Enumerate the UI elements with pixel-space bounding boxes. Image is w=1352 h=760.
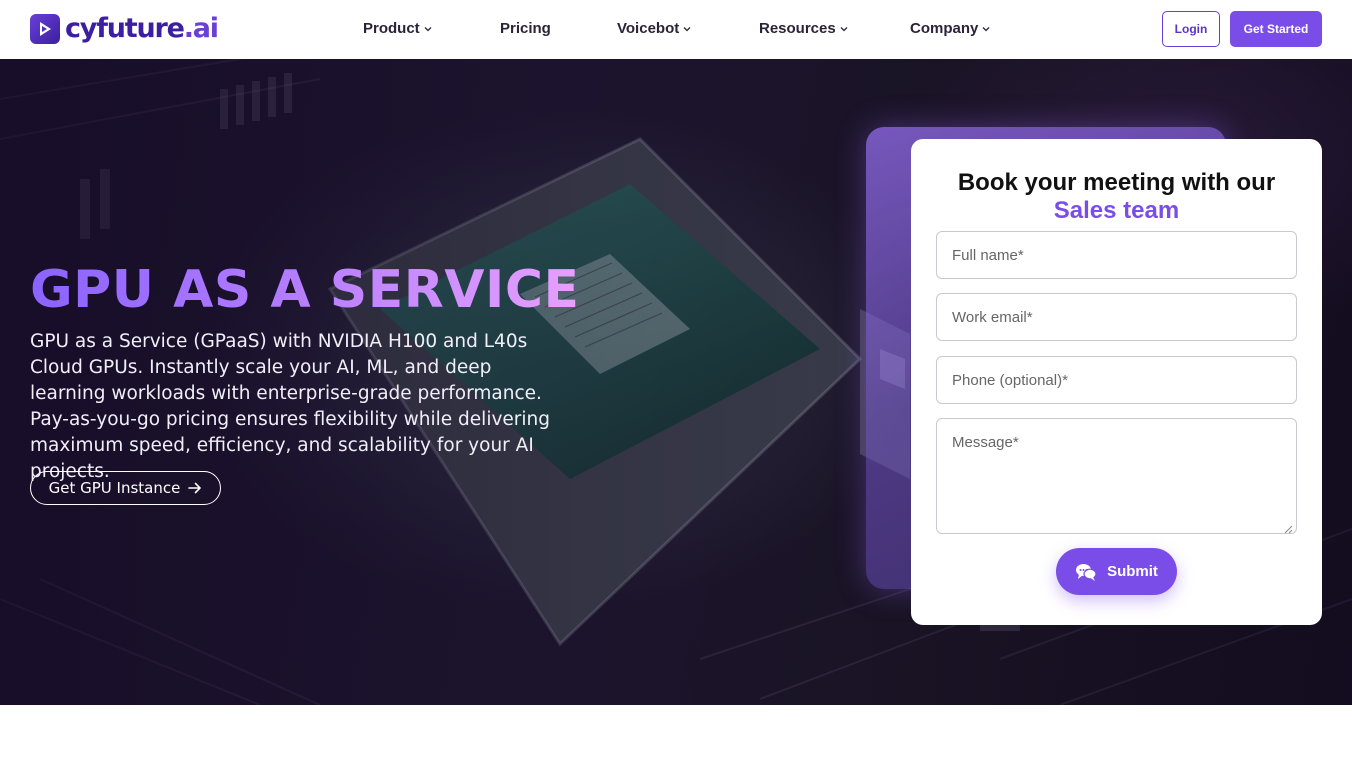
nav-item-label: Voicebot (617, 20, 680, 37)
chevron-down-icon (840, 25, 848, 33)
full-name-field[interactable]: Full name* (936, 231, 1297, 279)
get-gpu-instance-button[interactable]: Get GPU Instance (30, 471, 221, 505)
brand-logo[interactable]: cyfuture.ai (30, 12, 219, 46)
phone-field[interactable]: Phone (optional)* (936, 356, 1297, 404)
resize-handle-icon[interactable] (1284, 521, 1293, 534)
chevron-down-icon (982, 25, 990, 33)
login-button[interactable]: Login (1162, 11, 1220, 47)
field-placeholder: Full name* (952, 246, 1024, 264)
arrow-right-icon (188, 482, 202, 494)
form-title-highlight: Sales team (1053, 197, 1180, 224)
nav-item-resources[interactable]: Resources (759, 19, 848, 39)
submit-label: Submit (1107, 563, 1158, 580)
brand-wordmark: cyfuture.ai (65, 13, 219, 44)
submit-button[interactable]: Submit (1056, 548, 1177, 595)
field-placeholder: Message* (952, 434, 1019, 451)
top-navigation: cyfuture.ai Product Pricing Voicebot Res… (0, 0, 1352, 59)
hero-title: GPU AS A SERVICE (30, 260, 580, 320)
nav-item-pricing[interactable]: Pricing (500, 19, 551, 39)
field-placeholder: Phone (optional)* (952, 371, 1068, 389)
nav-item-label: Company (910, 20, 979, 37)
nav-item-company[interactable]: Company (910, 19, 990, 39)
chat-bubbles-icon (1075, 562, 1097, 582)
chevron-down-icon (424, 25, 432, 33)
get-started-button[interactable]: Get Started (1230, 11, 1322, 47)
button-label: Get GPU Instance (48, 479, 181, 497)
chevron-down-icon (683, 25, 691, 33)
form-title-line: Book your meeting with our (957, 169, 1276, 196)
nav-item-product[interactable]: Product (363, 19, 432, 39)
nav-item-label: Pricing (500, 20, 551, 37)
nav-item-label: Resources (759, 20, 836, 37)
field-placeholder: Work email* (952, 308, 1033, 326)
hero-description: GPU as a Service (GPaaS) with NVIDIA H10… (30, 331, 551, 482)
play-triangle-icon (30, 14, 60, 44)
message-textarea[interactable]: Message* (936, 418, 1297, 534)
work-email-field[interactable]: Work email* (936, 293, 1297, 341)
form-title: Book your meeting with our Sales team (911, 169, 1322, 225)
nav-item-voicebot[interactable]: Voicebot (617, 19, 691, 39)
hero-section: GPU AS A SERVICE GPU as a Service (GPaaS… (0, 59, 1352, 705)
nav-item-label: Product (363, 20, 420, 37)
meeting-form-card: Book your meeting with our Sales team Fu… (911, 139, 1322, 625)
